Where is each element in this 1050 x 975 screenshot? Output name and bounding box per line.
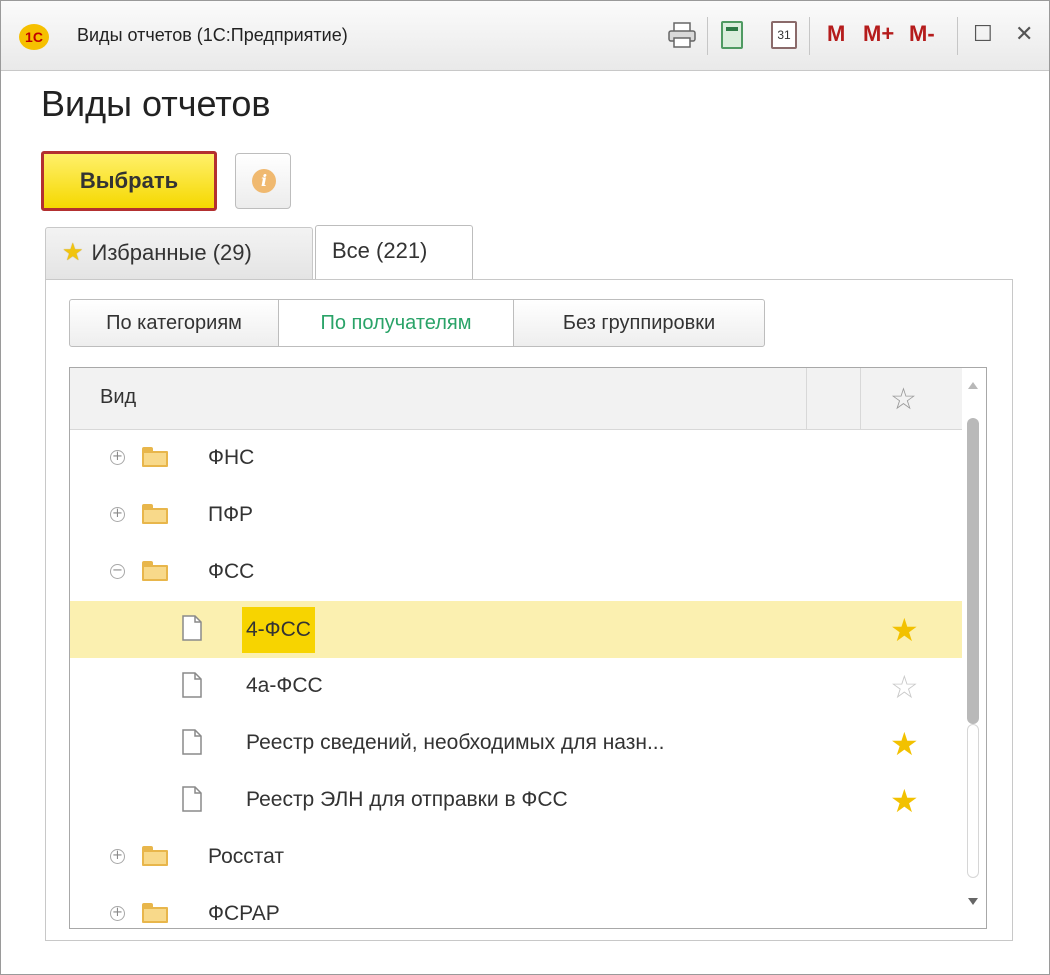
scroll-up-icon[interactable]	[968, 382, 978, 389]
app-logo-icon[interactable]: 1С	[19, 24, 49, 50]
column-separator	[806, 368, 807, 430]
scroll-down-icon[interactable]	[968, 898, 978, 905]
folder-icon	[142, 846, 168, 866]
folder-icon	[142, 504, 168, 524]
vertical-scrollbar[interactable]	[962, 368, 986, 928]
table-rows: + ФНС + ПФР − ФСС 4-ФСС ★ 4а-ФСС ☆ Реест…	[70, 430, 962, 928]
collapse-icon[interactable]: −	[110, 564, 125, 579]
expand-icon[interactable]: +	[110, 507, 125, 522]
column-header-favorite-star-icon[interactable]: ☆	[890, 382, 917, 417]
row-label: Реестр ЭЛН для отправки в ФСС	[246, 788, 568, 811]
expand-icon[interactable]: +	[110, 450, 125, 465]
report-types-window: 1С Виды отчетов (1С:Предприятие) 31 M M+…	[0, 0, 1050, 975]
table-row-selected[interactable]: 4-ФСС ★	[70, 601, 962, 658]
table-row[interactable]: + Росстат	[70, 829, 962, 886]
document-icon	[182, 672, 202, 698]
toolbar-separator	[809, 17, 810, 55]
calculator-icon[interactable]	[721, 21, 743, 49]
row-label: 4-ФСС	[242, 607, 315, 653]
page-title: Виды отчетов	[41, 83, 271, 124]
row-label: Росстат	[208, 845, 284, 868]
table-row[interactable]: Реестр сведений, необходимых для назн...…	[70, 715, 962, 772]
column-separator	[860, 368, 861, 430]
row-label: ФСС	[208, 560, 255, 583]
group-by-recipient-button[interactable]: По получателям	[278, 299, 514, 347]
folder-icon	[142, 561, 168, 581]
row-label: ФНС	[208, 446, 255, 469]
table-row[interactable]: 4а-ФСС ☆	[70, 658, 962, 715]
folder-icon	[142, 447, 168, 467]
favorite-star-icon[interactable]: ☆	[890, 668, 919, 706]
row-label: Реестр сведений, необходимых для назн...	[246, 731, 665, 754]
toolbar-separator	[707, 17, 708, 55]
no-grouping-button[interactable]: Без группировки	[513, 299, 765, 347]
print-icon[interactable]	[667, 21, 697, 49]
column-header-type[interactable]: Вид	[100, 386, 136, 409]
info-button[interactable]: i	[235, 153, 291, 209]
title-bar: 1С Виды отчетов (1С:Предприятие) 31 M M+…	[1, 1, 1049, 71]
table-row[interactable]: − ФСС	[70, 544, 962, 601]
report-types-table: Вид ☆ + ФНС + ПФР − ФСС 4-ФСС ★ 4а-ФСС ☆…	[69, 367, 987, 929]
tab-favorites[interactable]: ★ Избранные (29)	[45, 227, 313, 279]
group-by-category-button[interactable]: По категориям	[69, 299, 279, 347]
expand-icon[interactable]: +	[110, 849, 125, 864]
maximize-button[interactable]: ☐	[973, 21, 993, 51]
select-button[interactable]: Выбрать	[41, 151, 217, 211]
table-row[interactable]: + ФСРАР	[70, 886, 962, 928]
info-icon: i	[252, 169, 276, 193]
table-row[interactable]: + ФНС	[70, 430, 962, 487]
memory-minus-button[interactable]: M-	[909, 21, 935, 47]
tab-favorites-label: Избранные (29)	[91, 240, 252, 265]
table-row[interactable]: Реестр ЭЛН для отправки в ФСС ★	[70, 772, 962, 829]
toolbar-separator	[957, 17, 958, 55]
calendar-icon[interactable]: 31	[771, 21, 797, 49]
memory-button[interactable]: M	[827, 21, 845, 47]
row-label: ПФР	[208, 503, 254, 526]
favorite-star-icon[interactable]: ★	[890, 611, 919, 649]
table-header: Вид ☆	[70, 368, 962, 430]
favorite-star-icon[interactable]: ★	[890, 725, 919, 763]
tab-all[interactable]: Все (221)	[315, 225, 473, 281]
scroll-thumb[interactable]	[967, 418, 979, 724]
favorite-star-icon[interactable]: ★	[890, 782, 919, 820]
memory-plus-button[interactable]: M+	[863, 21, 894, 47]
star-icon: ★	[62, 239, 84, 266]
document-icon	[182, 615, 202, 641]
document-icon	[182, 729, 202, 755]
folder-icon	[142, 903, 168, 923]
row-label: 4а-ФСС	[246, 674, 323, 697]
window-title: Виды отчетов (1С:Предприятие)	[77, 25, 348, 45]
tab-all-label: Все (221)	[332, 238, 428, 263]
table-row[interactable]: + ПФР	[70, 487, 962, 544]
expand-icon[interactable]: +	[110, 906, 125, 921]
row-label: ФСРАР	[208, 902, 280, 925]
document-icon	[182, 786, 202, 812]
scroll-track[interactable]	[967, 724, 979, 878]
close-button[interactable]: ✕	[1015, 21, 1033, 51]
